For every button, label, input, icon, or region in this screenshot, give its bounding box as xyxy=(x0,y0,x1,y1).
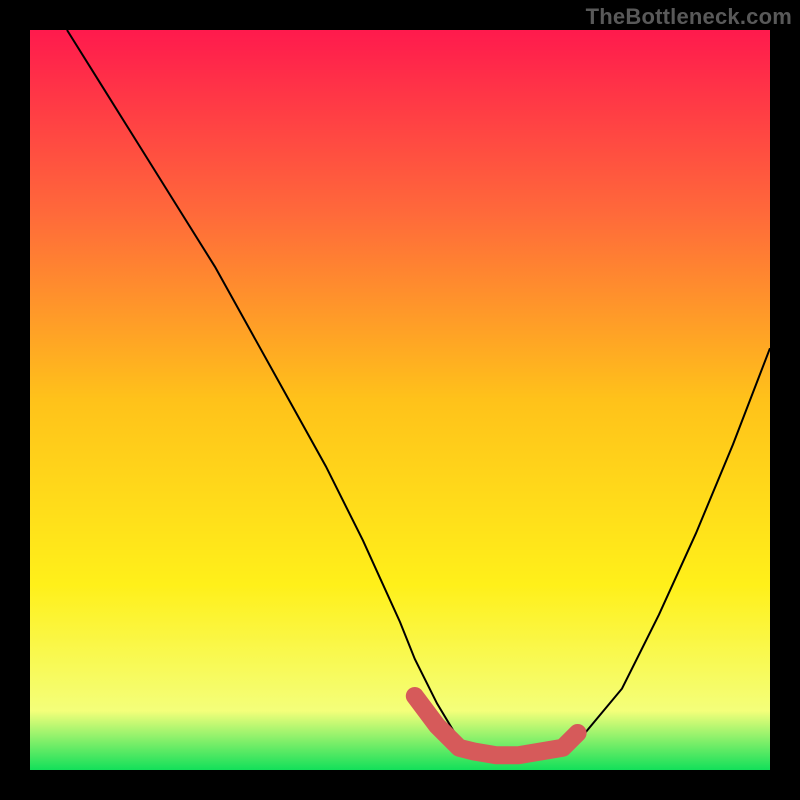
bottleneck-curve-svg xyxy=(30,30,770,770)
chart-plot-area xyxy=(30,30,770,770)
bottleneck-curve xyxy=(67,30,770,755)
optimum-zone-highlight xyxy=(415,696,578,755)
chart-frame: TheBottleneck.com xyxy=(0,0,800,800)
watermark-text: TheBottleneck.com xyxy=(586,4,792,30)
